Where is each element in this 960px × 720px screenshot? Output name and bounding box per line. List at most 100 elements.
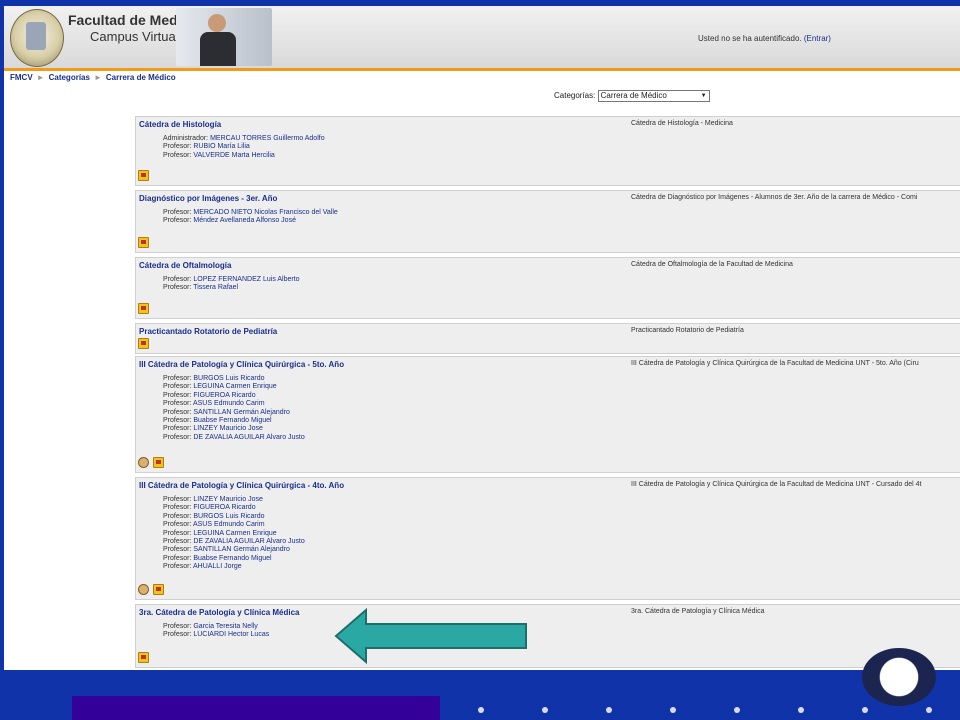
course-name-link[interactable]: Practicantado Rotatorio de Pediatría: [139, 327, 277, 336]
breadcrumb-home[interactable]: FMCV: [10, 73, 33, 82]
teacher-row: Administrador: MERCAU TORRES Guillermo A…: [163, 135, 325, 143]
course-box: Cátedra de Oftalmología Cátedra de Oftalm…: [135, 257, 960, 319]
category-dropdown[interactable]: Carrera de Médico ▼: [597, 90, 710, 102]
teacher-name-link[interactable]: MERCAU TORRES Guillermo Adolfo: [210, 135, 325, 142]
teacher-name-link[interactable]: FIGUEROA Ricardo: [193, 504, 255, 511]
teacher-name-link[interactable]: RUBIO María Lilia: [193, 143, 249, 150]
teacher-name-link[interactable]: Méndez Avellaneda Alfonso José: [193, 217, 296, 224]
teacher-role: Profesor:: [163, 512, 192, 520]
key-icon: [138, 652, 149, 663]
slide-dot: [478, 707, 484, 713]
course-name-link[interactable]: III Cátedra de Patología y Clínica Quirú…: [139, 360, 344, 369]
teacher-name-link[interactable]: Buabse Fernando Miguel: [193, 555, 271, 562]
course-name-link[interactable]: III Cátedra de Patología y Clínica Quirú…: [139, 481, 344, 490]
teacher-row: Profesor: FIGUEROA Ricardo: [163, 504, 305, 512]
teacher-row: Profesor: ASUS Edmundo Carim: [163, 521, 305, 529]
teacher-row: Profesor: Buabse Fernando Miguel: [163, 417, 305, 425]
teacher-row: Profesor: DE ZAVALIA AGUILAR Alvaro Just…: [163, 434, 305, 442]
course-name-link[interactable]: Cátedra de Oftalmología: [139, 261, 231, 270]
course-box: III Cátedra de Patología y Clínica Quirú…: [135, 477, 960, 600]
teacher-name-link[interactable]: LUCIARDI Hector Lucas: [193, 631, 269, 638]
teacher-role: Profesor:: [163, 276, 192, 283]
key-icon: [153, 584, 164, 595]
left-arrow-annotation: [334, 608, 527, 664]
breadcrumb: FMCV ► Categorías ► Carrera de Médico: [4, 71, 960, 85]
teacher-row: Profesor: DE ZAVALIA AGUILAR Alvaro Just…: [163, 538, 305, 546]
category-dropdown-value: Carrera de Médico: [600, 91, 667, 100]
teacher-name-link[interactable]: LEGUINA Carmen Enrique: [193, 383, 276, 390]
teacher-row: Profesor: LINZEY Mauricio Jose: [163, 425, 305, 433]
teacher-row: Profesor: Méndez Avellaneda Alfonso José: [163, 217, 338, 225]
course-teachers: Administrador: MERCAU TORRES Guillermo A…: [163, 135, 325, 160]
guest-icon: [138, 457, 149, 468]
teacher-role: Profesor:: [163, 209, 192, 216]
course-icons: [138, 237, 153, 248]
course-icons: [138, 652, 153, 663]
teacher-row: Profesor: AHUALLI Jorge: [163, 563, 305, 571]
teacher-role: Profesor:: [163, 375, 192, 382]
course-box: Practicantado Rotatorio de Pediatría Prac…: [135, 323, 960, 354]
teacher-row: Profesor: FIGUEROA Ricardo: [163, 392, 305, 400]
teacher-row: Profesor: ASUS Edmundo Carim: [163, 400, 305, 408]
teacher-name-link[interactable]: LINZEY Mauricio Jose: [193, 425, 263, 432]
breadcrumb-separator-icon: ►: [93, 73, 102, 82]
teacher-row: Profesor: MERCADO NIETO Nicolas Francisc…: [163, 209, 338, 217]
teacher-name-link[interactable]: SANTILLAN Germán Alejandro: [193, 409, 290, 416]
teacher-row: Profesor: Garcia Teresita Nelly: [163, 623, 269, 631]
teacher-row: Profesor: Buabse Fernando Miguel: [163, 555, 305, 563]
course-teachers: Profesor: LINZEY Mauricio Jose Profesor: …: [163, 496, 305, 572]
teacher-name-link[interactable]: BURGOS Luis Ricardo: [193, 513, 264, 520]
category-selector: Categorías: Carrera de Médico ▼: [554, 90, 710, 102]
login-link[interactable]: (Entrar): [804, 34, 831, 43]
course-summary: Cátedra de Oftalmología de la Facultad d…: [631, 261, 793, 268]
slide-dot: [670, 707, 676, 713]
breadcrumb-current: Carrera de Médico: [105, 73, 176, 82]
teacher-name-link[interactable]: AHUALLI Jorge: [193, 563, 242, 570]
teacher-role: Profesor:: [163, 143, 192, 151]
teacher-name-link[interactable]: Buabse Fernando Miguel: [193, 417, 271, 424]
teacher-name-link[interactable]: LEGUINA Carmen Enrique: [193, 530, 276, 537]
teacher-name-link[interactable]: LOPEZ FERNANDEZ Luis Alberto: [193, 276, 299, 283]
teacher-role: Profesor:: [163, 433, 192, 441]
teacher-role: Profesor:: [163, 504, 192, 512]
teacher-name-link[interactable]: FIGUEROA Ricardo: [193, 392, 255, 399]
teacher-name-link[interactable]: BURGOS Luis Ricardo: [193, 375, 264, 382]
teacher-name-link[interactable]: ASUS Edmundo Carim: [193, 521, 265, 528]
course-teachers: Profesor: MERCADO NIETO Nicolas Francisc…: [163, 209, 338, 226]
teacher-role: Profesor:: [163, 563, 192, 571]
slide-dot: [606, 707, 612, 713]
teacher-name-link[interactable]: DE ZAVALIA AGUILAR Alvaro Justo: [193, 538, 304, 545]
course-name-link[interactable]: Diagnóstico por Imágenes - 3er. Año: [139, 194, 277, 203]
course-name-link[interactable]: Cátedra de Histología: [139, 120, 221, 129]
teacher-role: Profesor:: [163, 521, 192, 529]
teacher-name-link[interactable]: ASUS Edmundo Carim: [193, 400, 265, 407]
guest-icon: [138, 584, 149, 595]
course-icons: [138, 584, 168, 595]
course-box: 3ra. Cátedra de Patología y Clínica Médi…: [135, 604, 960, 668]
teacher-name-link[interactable]: Garcia Teresita Nelly: [193, 623, 257, 630]
teacher-name-link[interactable]: MERCADO NIETO Nicolas Francisco del Vall…: [193, 209, 337, 216]
teacher-role: Profesor:: [163, 496, 192, 503]
teacher-row: Profesor: BURGOS Luis Ricardo: [163, 513, 305, 521]
key-icon: [138, 303, 149, 314]
browser-screenshot: Facultad de Medicina UNT Campus Virtual …: [4, 6, 960, 670]
breadcrumb-categories[interactable]: Categorías: [49, 73, 90, 82]
course-name-link[interactable]: 3ra. Cátedra de Patología y Clínica Médi…: [139, 608, 300, 617]
teacher-name-link[interactable]: LINZEY Mauricio Jose: [193, 496, 263, 503]
teacher-row: Profesor: LUCIARDI Hector Lucas: [163, 631, 269, 639]
dropdown-arrow-icon: ▼: [700, 93, 707, 99]
teacher-row: Profesor: LOPEZ FERNANDEZ Luis Alberto: [163, 276, 300, 284]
teacher-role: Profesor:: [163, 554, 192, 562]
course-teachers: Profesor: BURGOS Luis Ricardo Profesor: L…: [163, 375, 305, 442]
course-summary: 3ra. Cátedra de Patología y Clínica Médi…: [631, 608, 765, 615]
category-selector-label: Categorías:: [554, 91, 596, 101]
course-box: Diagnóstico por Imágenes - 3er. Año Cáted…: [135, 190, 960, 253]
teacher-name-link[interactable]: VALVERDE Marta Hercilia: [193, 152, 274, 159]
teacher-row: Profesor: LEGUINA Carmen Enrique: [163, 530, 305, 538]
teacher-name-link[interactable]: DE ZAVALIA AGUILAR Alvaro Justo: [193, 434, 304, 441]
teacher-name-link[interactable]: Tissera Rafael: [193, 284, 238, 291]
course-box: Cátedra de Histología Cátedra de Histolog…: [135, 116, 960, 186]
teacher-role: Profesor:: [163, 400, 192, 408]
teacher-name-link[interactable]: SANTILLAN Germán Alejandro: [193, 546, 290, 553]
teacher-role: Profesor:: [163, 546, 192, 554]
